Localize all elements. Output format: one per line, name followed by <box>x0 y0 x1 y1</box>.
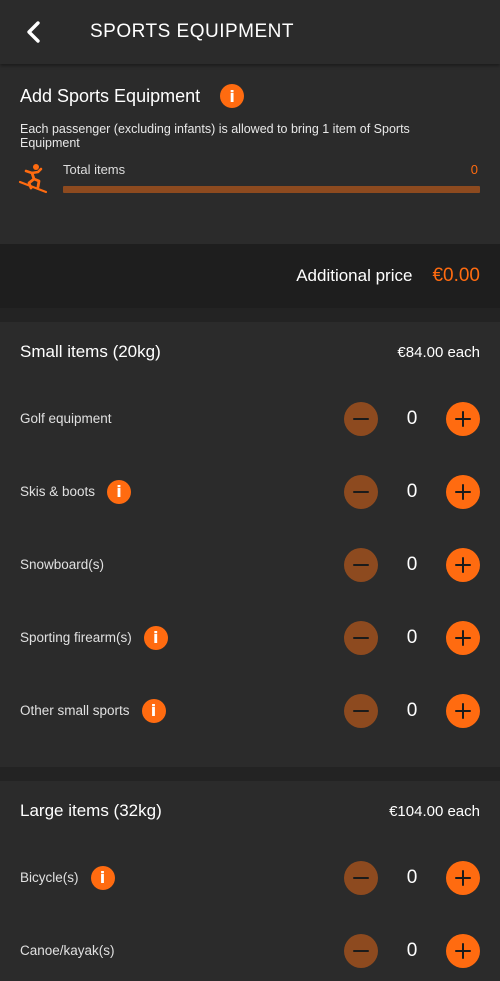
add-equipment-section: Add Sports Equipment i Each passenger (e… <box>0 64 500 241</box>
increment-button[interactable] <box>446 933 480 968</box>
minus-icon <box>353 636 369 639</box>
small-items-group: Small items (20kg) €84.00 each Golf equi… <box>0 322 500 767</box>
quantity-stepper: 0 <box>344 860 480 895</box>
back-button[interactable] <box>2 0 66 64</box>
minus-icon <box>353 876 369 879</box>
small-items-header: Small items (20kg) €84.00 each <box>20 322 480 382</box>
app-bar: SPORTS EQUIPMENT <box>0 0 500 64</box>
quantity-value: 0 <box>406 699 418 721</box>
skier-icon <box>18 164 48 194</box>
decrement-button[interactable] <box>344 860 378 895</box>
decrement-button[interactable] <box>344 933 378 968</box>
decrement-button[interactable] <box>344 547 378 582</box>
total-items-label: Total items <box>63 162 126 177</box>
large-items-price: €104.00 each <box>389 802 480 820</box>
minus-icon <box>353 490 369 493</box>
decrement-button[interactable] <box>344 474 378 509</box>
large-items-title: Large items (32kg) <box>20 801 162 820</box>
increment-button[interactable] <box>446 693 480 728</box>
increment-button[interactable] <box>446 474 480 509</box>
item-name: Golf equipment <box>20 411 112 426</box>
list-item: Sporting firearm(s) i 0 <box>20 601 480 674</box>
item-name: Bicycle(s) <box>20 870 79 885</box>
item-name: Skis & boots <box>20 484 96 499</box>
chevron-left-icon <box>27 21 40 43</box>
quantity-value: 0 <box>406 866 418 888</box>
list-item: Bicycle(s) i 0 <box>20 841 480 914</box>
additional-price-bar: Additional price €0.00 <box>0 244 500 308</box>
allowance-description: Each passenger (excluding infants) is al… <box>20 122 410 150</box>
info-icon[interactable]: i <box>107 479 132 504</box>
additional-price-label: Additional price <box>296 266 413 285</box>
quantity-value: 0 <box>406 626 418 648</box>
quantity-stepper: 0 <box>344 693 480 728</box>
minus-icon <box>353 417 369 420</box>
plus-icon <box>455 556 471 573</box>
decrement-button[interactable] <box>344 620 378 655</box>
total-items-row: Total items 0 <box>18 162 480 194</box>
increment-button[interactable] <box>446 401 480 436</box>
info-icon[interactable]: i <box>90 865 115 890</box>
page-title: SPORTS EQUIPMENT <box>90 21 295 42</box>
large-items-group: Large items (32kg) €104.00 each Bicycle(… <box>0 781 500 981</box>
plus-icon <box>455 869 471 886</box>
section-title: Add Sports Equipment <box>20 85 201 106</box>
total-items-progress: Total items 0 <box>63 162 480 193</box>
list-item: Skis & boots i 0 <box>20 455 480 528</box>
item-name: Snowboard(s) <box>20 557 105 572</box>
plus-icon <box>455 629 471 646</box>
item-name: Other small sports <box>20 703 130 718</box>
plus-icon <box>455 942 471 959</box>
minus-icon <box>353 563 369 566</box>
plus-icon <box>455 410 471 427</box>
decrement-button[interactable] <box>344 693 378 728</box>
increment-button[interactable] <box>446 860 480 895</box>
quantity-stepper: 0 <box>344 933 480 968</box>
quantity-value: 0 <box>406 939 418 961</box>
minus-icon <box>353 949 369 952</box>
large-items-header: Large items (32kg) €104.00 each <box>20 781 480 841</box>
add-equipment-header: Add Sports Equipment i <box>20 84 480 108</box>
divider <box>0 767 500 781</box>
list-item: Golf equipment 0 <box>20 382 480 455</box>
additional-price-amount: €0.00 <box>432 265 480 286</box>
item-name: Sporting firearm(s) <box>20 630 132 645</box>
item-name: Canoe/kayak(s) <box>20 943 115 958</box>
quantity-stepper: 0 <box>344 474 480 509</box>
quantity-stepper: 0 <box>344 401 480 436</box>
list-item: Snowboard(s) 0 <box>20 528 480 601</box>
quantity-stepper: 0 <box>344 620 480 655</box>
quantity-stepper: 0 <box>344 547 480 582</box>
sports-equipment-page: SPORTS EQUIPMENT Add Sports Equipment i … <box>0 0 500 981</box>
info-icon[interactable]: i <box>143 625 168 650</box>
minus-icon <box>353 709 369 712</box>
progress-track <box>63 186 480 193</box>
list-item: Canoe/kayak(s) 0 <box>20 914 480 981</box>
divider <box>0 308 500 322</box>
quantity-value: 0 <box>406 407 418 429</box>
small-items-price: €84.00 each <box>397 343 480 361</box>
increment-button[interactable] <box>446 620 480 655</box>
increment-button[interactable] <box>446 547 480 582</box>
total-items-count: 0 <box>470 162 478 177</box>
quantity-value: 0 <box>406 480 418 502</box>
plus-icon <box>455 702 471 719</box>
decrement-button[interactable] <box>344 401 378 436</box>
list-item: Other small sports i 0 <box>20 674 480 747</box>
small-items-title: Small items (20kg) <box>20 342 161 361</box>
info-icon[interactable]: i <box>220 84 245 108</box>
plus-icon <box>455 483 471 500</box>
quantity-value: 0 <box>406 553 418 575</box>
info-icon[interactable]: i <box>141 698 166 723</box>
